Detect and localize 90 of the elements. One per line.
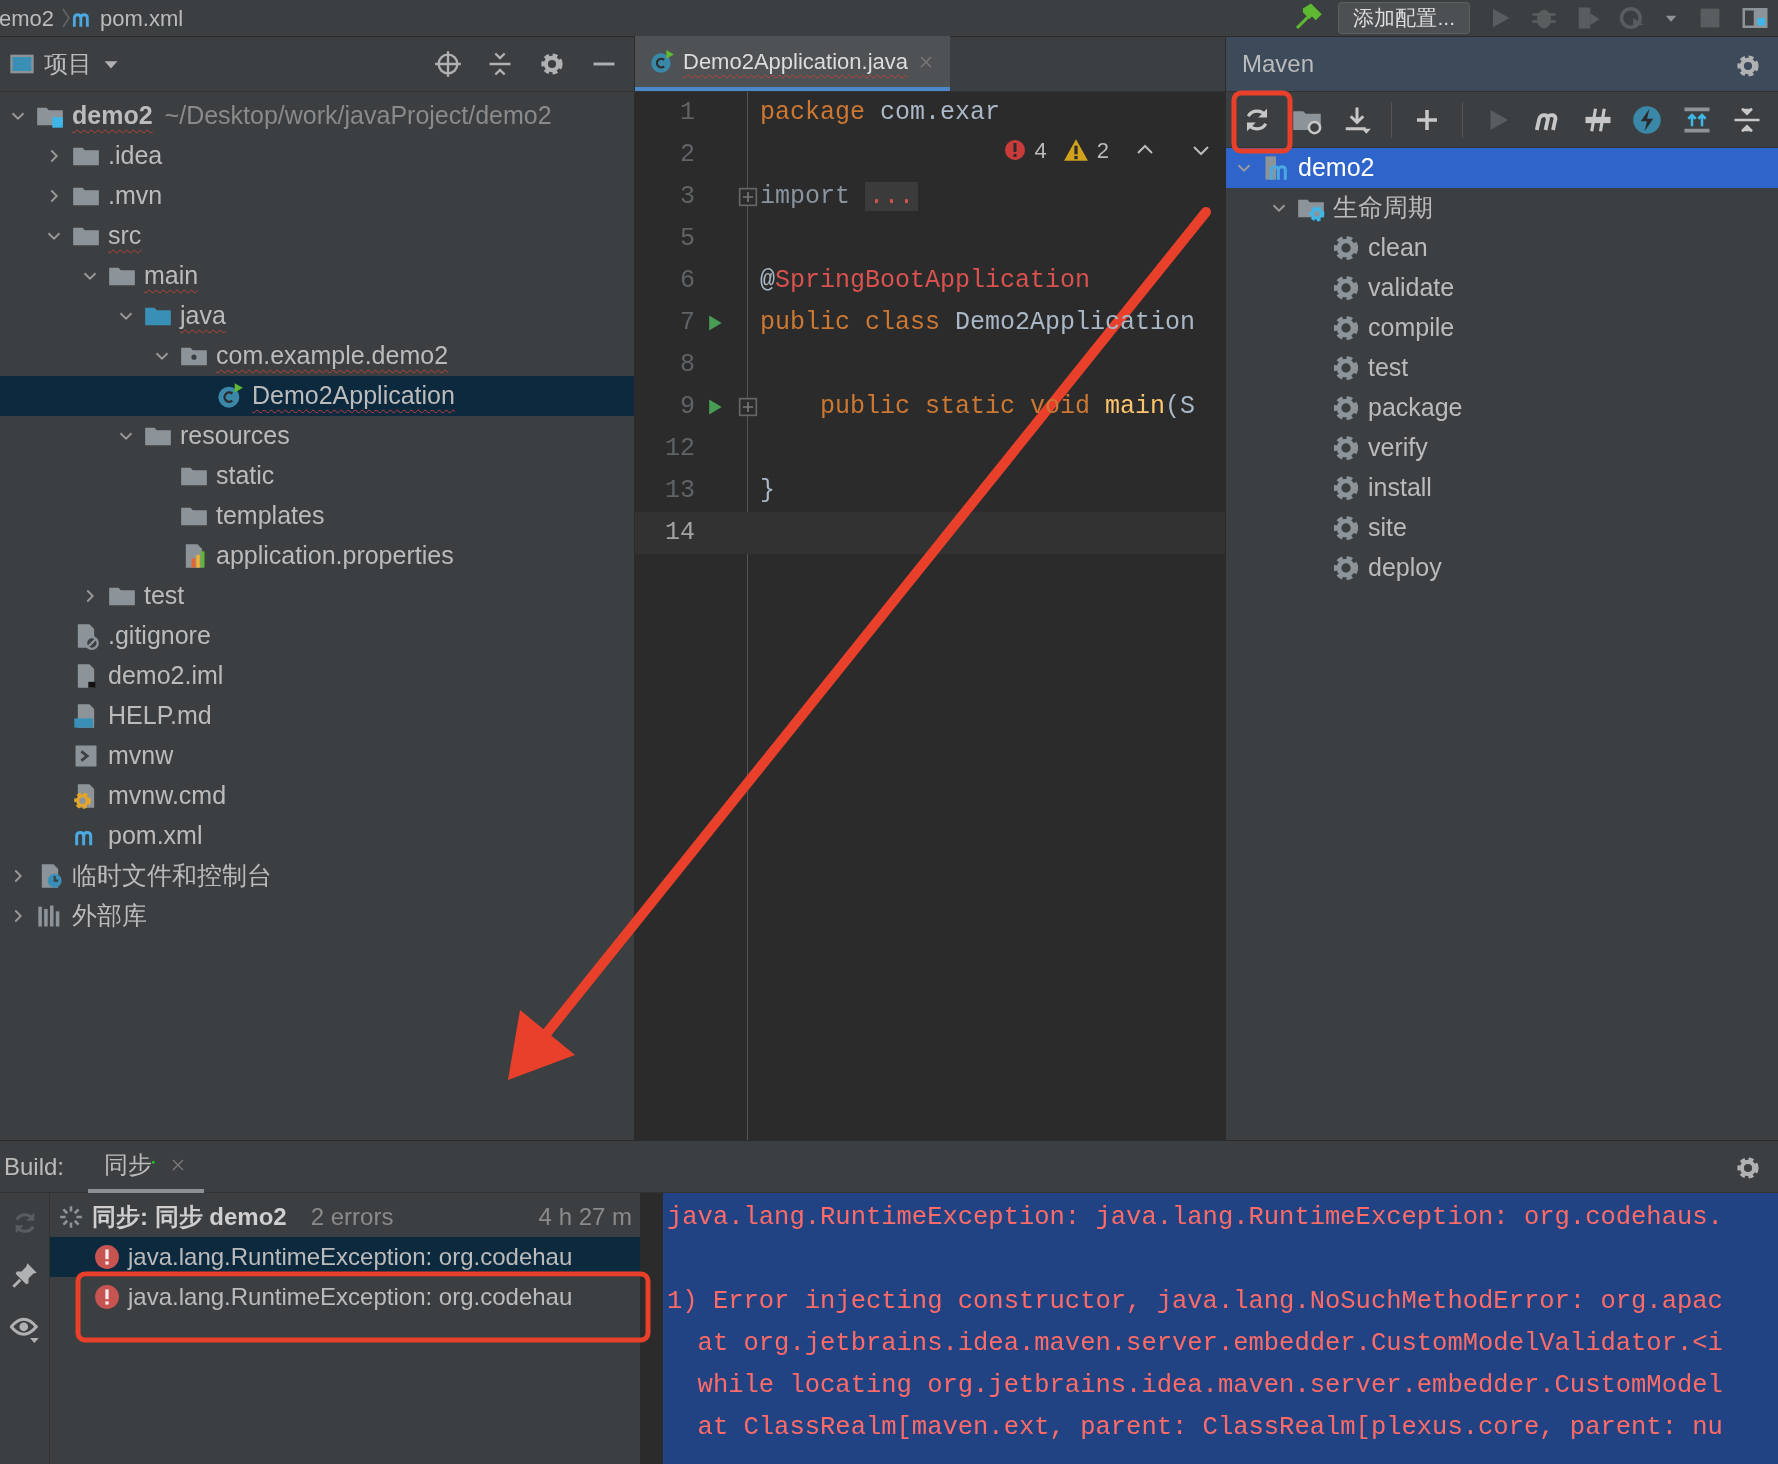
line-number: 7: [679, 307, 695, 340]
spinner-icon: [58, 1204, 84, 1230]
tree-item[interactable]: .gitignore: [0, 616, 634, 656]
line-number: 2: [679, 139, 695, 172]
code-line: @SpringBootApplication: [760, 265, 1091, 298]
tree-item[interactable]: mvnw: [0, 736, 634, 776]
tree-item[interactable]: install: [1226, 468, 1778, 508]
tree-item[interactable]: 同步: 同步 demo2 2 errors 4 h 27 m: [50, 1197, 640, 1237]
code-line: package com.exar: [760, 97, 1001, 130]
tree-item[interactable]: Demo2Application: [0, 376, 634, 416]
class-icon: [216, 382, 244, 410]
tree-item[interactable]: 生命周期: [1226, 188, 1778, 228]
tree-item[interactable]: java.lang.RuntimeException: org.codehau: [50, 1237, 640, 1277]
tree-item[interactable]: application.properties: [0, 536, 634, 576]
tree-item[interactable]: deploy: [1226, 548, 1778, 588]
run-configuration-button[interactable]: 添加配置...: [1338, 2, 1470, 34]
gear-icon: [1332, 394, 1360, 422]
gear-icon: [1332, 354, 1360, 382]
tree-item[interactable]: verify: [1226, 428, 1778, 468]
console-line: at org.jetbrains.idea.maven.server.embedder.CustomModelValidator.<i: [696, 1328, 1724, 1360]
tree-item[interactable]: templates: [0, 496, 634, 536]
line-number: 3: [679, 181, 695, 214]
separator-icon: [62, 8, 71, 28]
tree-item[interactable]: site: [1226, 508, 1778, 548]
panel-title[interactable]: 项目: [44, 46, 92, 82]
tree-item[interactable]: mvnw.cmd: [0, 776, 634, 816]
line-number: 9: [679, 391, 695, 424]
line-number: 5: [679, 223, 695, 256]
gear-icon: [1332, 314, 1360, 342]
tree-item[interactable]: com.example.demo2: [0, 336, 634, 376]
error-icon: [94, 1284, 120, 1310]
panel-title: Build:: [4, 1151, 65, 1182]
editor-tab[interactable]: Demo2Application.java: [635, 36, 951, 91]
tree-item[interactable]: HELP.md: [0, 696, 634, 736]
tree-item[interactable]: test: [0, 576, 634, 616]
gear-icon: [1332, 474, 1360, 502]
tree-item[interactable]: test: [1226, 348, 1778, 388]
fold-icon[interactable]: [738, 397, 758, 417]
error-icon: [94, 1244, 120, 1270]
gear-icon: [1332, 514, 1360, 542]
tree-item[interactable]: demo2.iml: [0, 656, 634, 696]
tree-item[interactable]: demo2: [1226, 148, 1778, 188]
tree-item[interactable]: 临时文件和控制台: [0, 856, 634, 896]
tree-item[interactable]: compile: [1226, 308, 1778, 348]
breadcrumb-item[interactable]: emo2: [0, 1, 55, 35]
tree-item[interactable]: .idea: [0, 136, 634, 176]
offline-icon[interactable]: [1632, 104, 1663, 135]
tree-item[interactable]: 外部库: [0, 896, 634, 936]
line-number: 8: [679, 349, 695, 382]
gear-icon: [1332, 554, 1360, 582]
line-number: 1: [679, 97, 695, 130]
error-icon[interactable]: [1002, 138, 1027, 162]
console-line: while locating org.jetbrains.idea.maven.server.embedder.CustomModel: [696, 1370, 1724, 1402]
tree-item[interactable]: static: [0, 456, 634, 496]
tree-item[interactable]: java.lang.RuntimeException: org.codehau: [50, 1277, 640, 1317]
tree-item[interactable]: .mvn: [0, 176, 634, 216]
line-number: 14: [664, 517, 695, 550]
panel-title: Maven: [1242, 49, 1315, 79]
line-number: 12: [664, 433, 695, 466]
code-line: import ...: [760, 178, 919, 216]
line-number: 6: [679, 265, 695, 298]
console-line: at ClassRealm[maven.ext, parent: ClassRealm[plexus.core, parent: nu: [696, 1412, 1724, 1444]
tree-item[interactable]: src: [0, 216, 634, 256]
build-tab[interactable]: 同步: [88, 1140, 205, 1193]
console-line: java.lang.RuntimeException: java.lang.RuntimeException: org.codehaus.: [667, 1202, 1724, 1234]
tree-item[interactable]: pom.xml: [0, 816, 634, 856]
class-icon: [649, 48, 675, 75]
warning-count[interactable]: 2: [1096, 133, 1109, 167]
code-line: }: [760, 475, 775, 508]
breadcrumb-item[interactable]: pom.xml: [100, 1, 184, 35]
pin-icon[interactable]: [10, 1261, 39, 1289]
fold-icon[interactable]: [738, 187, 758, 207]
tree-item[interactable]: main: [0, 256, 634, 296]
locate-icon[interactable]: [434, 50, 462, 78]
tree-item[interactable]: resources: [0, 416, 634, 456]
tree-item[interactable]: validate: [1226, 268, 1778, 308]
gear-icon: [1332, 234, 1360, 262]
error-count[interactable]: 4: [1034, 133, 1047, 167]
warning-icon[interactable]: [1062, 137, 1089, 163]
tree-item[interactable]: package: [1226, 388, 1778, 428]
tree-item[interactable]: demo2 ~/Desktop/work/javaProject/demo2: [0, 96, 634, 136]
gear-icon: [1332, 434, 1360, 462]
gear-icon: [1332, 274, 1360, 302]
error-summary: 2 errors: [310, 1202, 394, 1232]
highlight-frame: [1231, 90, 1293, 154]
tree-item[interactable]: java: [0, 296, 634, 336]
line-number: 13: [664, 475, 695, 508]
elapsed-time: 4 h 27 m: [538, 1202, 632, 1232]
console-line: 1) Error injecting constructor, java.lang.NoSuchMethodError: org.apac: [667, 1286, 1724, 1318]
tree-item[interactable]: clean: [1226, 228, 1778, 268]
